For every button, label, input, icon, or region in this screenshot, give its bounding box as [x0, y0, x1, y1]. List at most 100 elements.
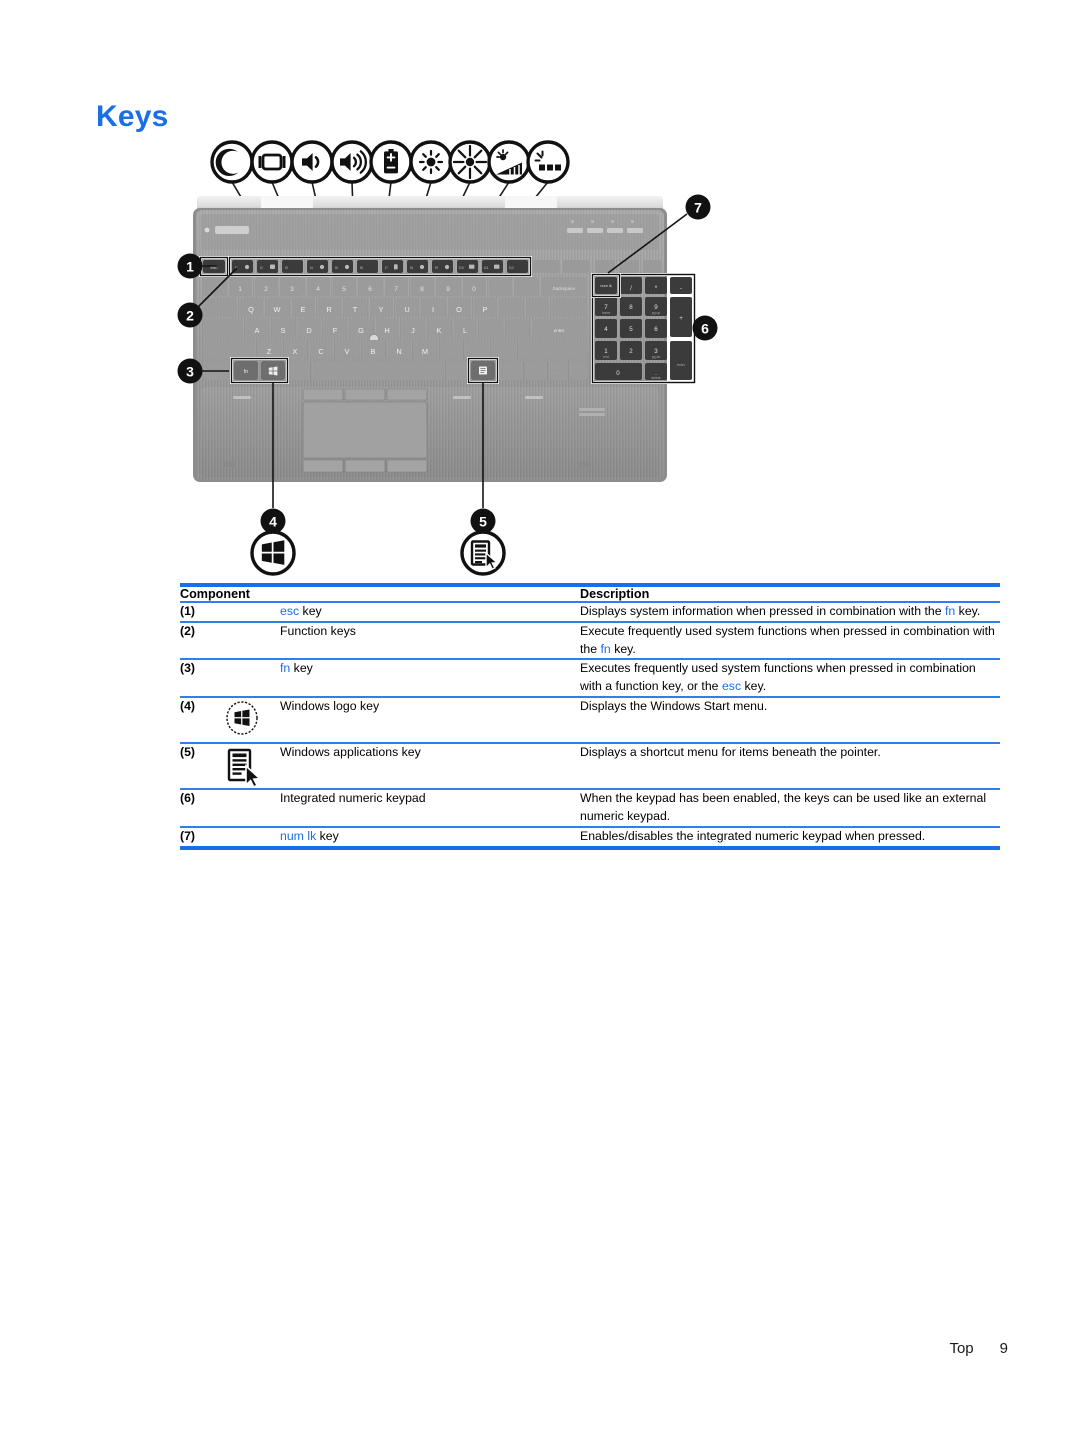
desc-part: Execute frequently used system functions…: [580, 623, 995, 656]
row-component: fn key: [280, 660, 580, 696]
svg-text:K: K: [437, 326, 442, 335]
windows-applications-icon: [222, 744, 262, 789]
keyword-num-lk: num lk: [280, 828, 317, 843]
row-icon: [222, 623, 280, 659]
svg-text:P: P: [483, 305, 488, 314]
row-icon: [222, 698, 280, 742]
svg-text:Y: Y: [379, 305, 384, 314]
svg-text:f8: f8: [410, 266, 413, 270]
svg-text:H: H: [384, 326, 389, 335]
table-row: (6) Integrated numeric keypad When the k…: [180, 790, 1000, 826]
row-component: Function keys: [280, 623, 356, 638]
svg-text:6: 6: [701, 321, 709, 337]
svg-text:D: D: [306, 326, 311, 335]
row-description: Displays the Windows Start menu.: [580, 699, 768, 714]
desc-part: key.: [741, 679, 767, 694]
svg-text:backspace: backspace: [553, 286, 575, 291]
svg-text:f10: f10: [459, 266, 464, 270]
svg-text:9: 9: [446, 286, 450, 293]
svg-text:X: X: [293, 347, 298, 356]
action-key-icon-row: [210, 140, 570, 184]
svg-text:1: 1: [186, 259, 194, 275]
row-number: (5): [180, 745, 196, 760]
page-footer: Top 9: [0, 1340, 1080, 1357]
svg-text:end: end: [603, 355, 609, 359]
svg-text:I: I: [432, 305, 434, 314]
svg-text:3: 3: [186, 364, 194, 380]
desc-part: key.: [610, 641, 636, 656]
table-row: (7) num lk key Enables/disables the inte…: [180, 828, 1000, 846]
table-row: (5) Windows applications key Displays a …: [180, 744, 1000, 789]
page-title: Keys: [96, 100, 169, 133]
row-component: num lk key: [280, 828, 580, 846]
svg-text:-: -: [680, 285, 682, 292]
row-icon: [222, 603, 280, 621]
svg-text:N: N: [396, 347, 401, 356]
svg-text:5: 5: [342, 286, 346, 293]
svg-text:/: /: [630, 285, 632, 292]
svg-text:f7: f7: [385, 266, 388, 270]
footer-section-label: Top: [949, 1340, 974, 1357]
keyword-fn: fn: [280, 661, 291, 676]
svg-text:f5: f5: [335, 266, 338, 270]
svg-text:Q: Q: [248, 305, 254, 314]
row-number: (1): [180, 604, 196, 618]
row-number: (2): [180, 623, 196, 638]
svg-text:5: 5: [629, 326, 633, 333]
row-component: esc key: [280, 603, 580, 621]
svg-text:M: M: [422, 347, 428, 356]
table-row: (3) fn key Executes frequently used syst…: [180, 660, 1000, 696]
row-description: Execute frequently used system functions…: [580, 623, 1000, 659]
desc-part: Displays system information when pressed…: [580, 604, 945, 618]
svg-text:2: 2: [629, 348, 633, 355]
desc-keyword: esc: [721, 679, 742, 694]
svg-text:+: +: [679, 315, 683, 322]
svg-text:f3: f3: [285, 266, 288, 270]
component-text: key: [290, 661, 313, 676]
svg-text:pg dn: pg dn: [652, 355, 661, 359]
svg-text:6: 6: [654, 326, 658, 333]
svg-text:W: W: [274, 305, 281, 314]
svg-text:3: 3: [290, 286, 294, 293]
row-icon: [222, 790, 280, 826]
svg-text:6: 6: [368, 286, 372, 293]
svg-text:f12: f12: [509, 266, 514, 270]
svg-text:7: 7: [694, 200, 702, 216]
svg-text:3: 3: [654, 348, 658, 355]
svg-text:0: 0: [472, 286, 476, 293]
svg-text:f6: f6: [360, 266, 363, 270]
table-row: (2) Function keys Execute frequently use…: [180, 623, 1000, 659]
svg-text:4: 4: [316, 286, 320, 293]
svg-text:8: 8: [629, 304, 633, 311]
svg-text:f2: f2: [260, 266, 263, 270]
components-table: Component Description (1) esc key Displa…: [180, 583, 1000, 850]
keyword-esc: esc: [280, 604, 300, 618]
row-description: When the keypad has been enabled, the ke…: [580, 791, 987, 823]
svg-text:7: 7: [394, 286, 398, 293]
svg-text:S: S: [281, 326, 286, 335]
svg-text:8: 8: [420, 286, 424, 293]
svg-text:delete: delete: [651, 376, 660, 380]
row-number: (3): [180, 661, 196, 676]
table-header-row: Component Description: [180, 587, 1000, 601]
laptop-keys-illustration: esc f1 f2 f3 f4 f5 f6 f7 f8 f9 f10 f11 f…: [175, 140, 720, 580]
svg-text:2: 2: [264, 286, 268, 293]
header-component: Component: [180, 587, 250, 601]
row-number: (6): [180, 791, 196, 806]
table-row: (1) esc key Displays system information …: [180, 603, 1000, 621]
svg-text:f4: f4: [310, 266, 313, 270]
svg-text:0: 0: [616, 370, 620, 377]
bottom-icon-circles: [250, 530, 506, 576]
svg-text:J: J: [411, 326, 415, 335]
desc-keyword: fn: [944, 604, 956, 618]
svg-text:A: A: [255, 326, 260, 335]
svg-text:O: O: [456, 305, 462, 314]
svg-text:7: 7: [604, 304, 608, 311]
svg-text:V: V: [345, 347, 350, 356]
header-description: Description: [580, 587, 650, 601]
svg-text:E: E: [301, 305, 306, 314]
svg-text:f9: f9: [435, 266, 438, 270]
svg-text:fn: fn: [244, 369, 248, 375]
row-number: (4): [180, 699, 196, 714]
svg-text:C: C: [318, 347, 324, 356]
